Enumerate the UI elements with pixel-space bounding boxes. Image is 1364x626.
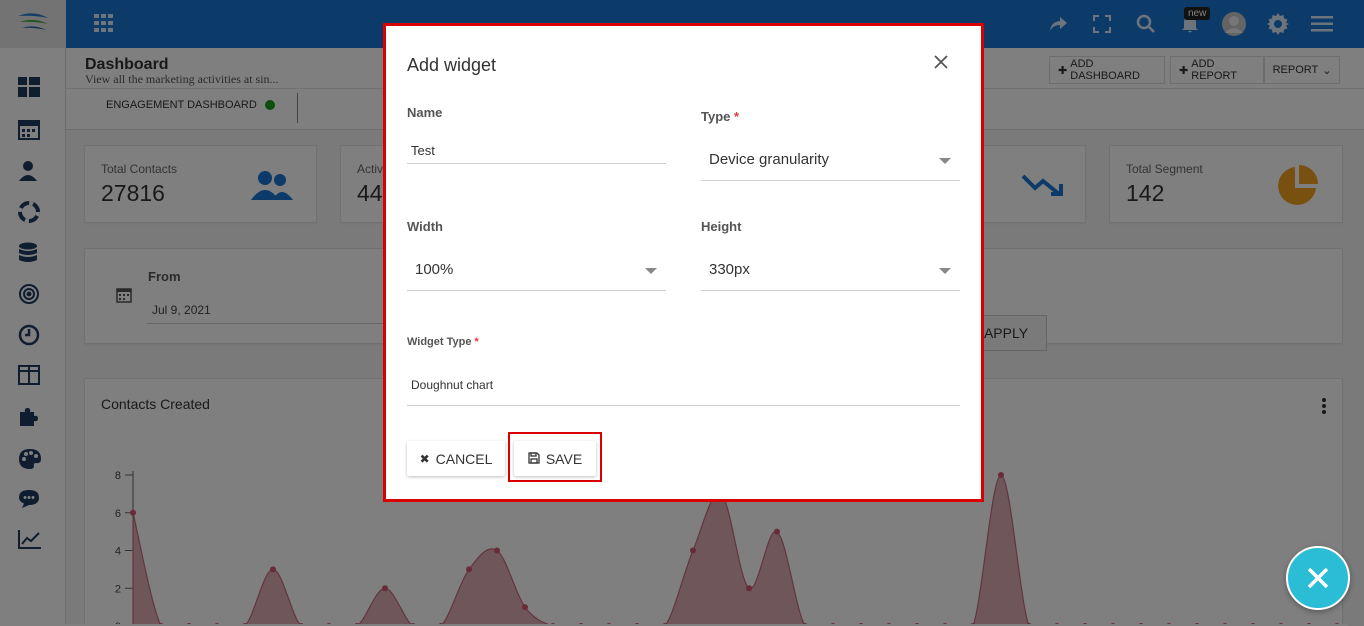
close-fab-button[interactable] — [1286, 546, 1350, 610]
required-asterisk: * — [734, 109, 740, 124]
type-underline — [701, 180, 960, 181]
width-dropdown-caret-icon[interactable] — [645, 268, 657, 274]
name-underline — [407, 163, 666, 164]
type-label: Type * — [701, 109, 739, 124]
name-label: Name — [407, 105, 443, 120]
width-label: Width — [407, 219, 443, 234]
type-label-text: Type — [701, 109, 731, 124]
height-underline — [701, 290, 960, 291]
close-icon[interactable] — [931, 52, 951, 72]
add-widget-dialog: Add widget Name Test Type * Device granu… — [383, 23, 984, 502]
width-select[interactable]: 100% — [415, 261, 453, 278]
height-dropdown-caret-icon[interactable] — [939, 268, 951, 274]
height-select[interactable]: 330px — [709, 261, 750, 278]
width-underline — [407, 290, 666, 291]
widget-type-input[interactable]: Doughnut chart — [411, 378, 493, 392]
save-button[interactable]: SAVE — [514, 441, 596, 476]
app-root: new Dashboard View all — [0, 0, 1364, 626]
save-button-label: SAVE — [545, 450, 583, 467]
type-dropdown-caret-icon[interactable] — [939, 158, 951, 164]
type-select[interactable]: Device granularity — [709, 151, 829, 168]
close-icon — [1307, 567, 1329, 589]
widget-type-label-text: Widget Type — [407, 336, 472, 348]
cancel-button[interactable]: ✖ CANCEL — [407, 441, 505, 476]
widget-type-label: Widget Type * — [407, 336, 479, 348]
cancel-button-label: CANCEL — [435, 450, 493, 467]
height-label: Height — [701, 219, 742, 234]
widget-type-underline — [407, 405, 960, 406]
name-input[interactable]: Test — [411, 143, 435, 158]
close-x-icon: ✖ — [419, 451, 430, 466]
required-asterisk: * — [474, 336, 479, 348]
dialog-title: Add widget — [407, 55, 497, 75]
floppy-disk-icon — [528, 451, 540, 467]
